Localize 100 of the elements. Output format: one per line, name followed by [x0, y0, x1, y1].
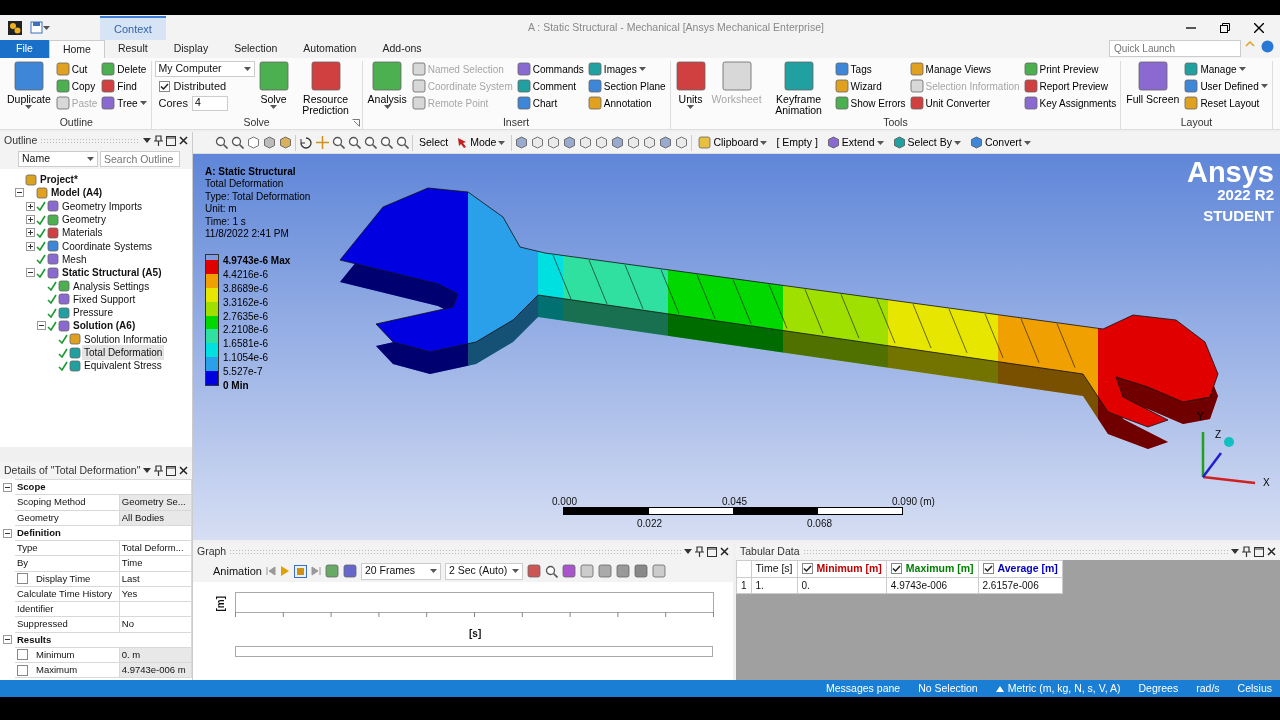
ribbon-button[interactable]: Manage	[1183, 61, 1269, 77]
rotate-icon[interactable]	[299, 136, 313, 149]
property-value[interactable]: Time	[119, 555, 192, 571]
magnifier-icon[interactable]	[396, 136, 409, 149]
collapse-icon[interactable]	[15, 188, 24, 198]
magnifier-icon[interactable]	[380, 136, 393, 149]
tree-item[interactable]: Static Structural (A5)	[60, 265, 164, 281]
status-text[interactable]: Metric (m, kg, N, s, V, A)	[1007, 680, 1121, 697]
ribbon-button[interactable]: Show Errors	[833, 95, 907, 111]
cube-icon[interactable]	[892, 136, 906, 149]
save-icon[interactable]	[30, 21, 43, 34]
cube-icon[interactable]	[563, 136, 577, 149]
status-text[interactable]: Messages pane	[826, 680, 901, 697]
close-icon[interactable]	[1254, 22, 1264, 33]
magnifier-icon[interactable]	[364, 136, 377, 149]
tree-item[interactable]: Equivalent Stress	[82, 358, 164, 374]
ribbon-button[interactable]: Commands	[515, 61, 585, 77]
ribbon-tab[interactable]: Result	[104, 40, 161, 58]
tree-item[interactable]: Geometry	[60, 212, 108, 228]
collapse-icon[interactable]	[26, 268, 35, 278]
ribbon-tab[interactable]: Automation	[290, 40, 370, 58]
toolbar-button[interactable]: Mode	[454, 134, 509, 151]
ribbon-large-button[interactable]: Resource Prediction	[292, 61, 359, 116]
pin-icon[interactable]	[695, 546, 704, 557]
ribbon-tab[interactable]: Home	[48, 40, 105, 58]
cube-icon[interactable]	[675, 136, 689, 149]
cube-icon[interactable]	[826, 136, 840, 149]
pin-icon[interactable]	[154, 135, 163, 146]
tree-item[interactable]: Mesh	[60, 251, 89, 267]
property-value[interactable]: Total Deform...	[119, 540, 192, 556]
ribbon-large-button[interactable]: Full Screen	[1124, 61, 1182, 105]
checkbox[interactable]	[890, 563, 902, 575]
cube-icon[interactable]	[643, 136, 657, 149]
cube-icon[interactable]	[969, 136, 983, 149]
ribbon-large-button[interactable]: Keyframe Animation	[765, 61, 832, 116]
stop-icon[interactable]	[293, 564, 307, 578]
close-icon[interactable]	[179, 136, 188, 145]
ribbon-large-button[interactable]: Solve	[256, 61, 291, 109]
checkbox[interactable]	[17, 664, 28, 676]
collapse-icon[interactable]	[3, 483, 12, 492]
ribbon-button[interactable]: Wizard	[833, 78, 907, 94]
cube-icon[interactable]	[263, 136, 276, 149]
graph-scrollbar[interactable]	[235, 646, 713, 657]
caret-icon[interactable]	[43, 25, 50, 30]
toolbar-button[interactable]: Select	[416, 134, 452, 151]
skip-back-icon[interactable]	[265, 566, 276, 576]
ribbon-button[interactable]: Section Plane	[586, 78, 667, 94]
ribbon-button[interactable]: Manage Views	[908, 61, 1021, 77]
duration-select[interactable]: 2 Sec (Auto)	[444, 562, 523, 580]
checkbox[interactable]	[17, 649, 28, 661]
ribbon-button[interactable]: Tags	[833, 61, 907, 77]
tree-item[interactable]: Coordinate Systems	[60, 238, 155, 254]
ribbon-button[interactable]: Print Preview	[1022, 61, 1118, 77]
collapse-icon[interactable]	[37, 321, 46, 331]
toolbar-button[interactable]: Extend	[823, 134, 887, 151]
help-icon[interactable]	[1261, 40, 1274, 53]
tree-item[interactable]: Solution Informatio	[82, 331, 170, 347]
number-field[interactable]: 4	[191, 95, 228, 111]
collapse-icon[interactable]	[3, 635, 12, 645]
expand-icon[interactable]	[26, 228, 35, 238]
ribbon-button[interactable]: Reset Layout	[1183, 95, 1269, 111]
menu-caret-icon[interactable]	[143, 138, 151, 143]
tree-item[interactable]: Solution (A6)	[71, 318, 138, 334]
ribbon-tab[interactable]: Add-ons	[369, 40, 435, 58]
magnifier-icon[interactable]	[348, 136, 361, 149]
close-icon[interactable]	[179, 466, 189, 475]
restore-icon[interactable]	[1220, 22, 1230, 33]
cube-icon[interactable]	[627, 136, 641, 149]
frames-select[interactable]: 20 Frames	[360, 562, 441, 580]
context-tab[interactable]: Context	[100, 15, 166, 40]
magnifier-icon[interactable]	[215, 136, 228, 149]
tree-item[interactable]: Materials	[60, 225, 105, 241]
toolbar-button[interactable]: Convert	[966, 134, 1034, 151]
tree-item[interactable]: Analysis Settings	[71, 278, 152, 294]
caret-icon[interactable]	[995, 685, 1004, 692]
collapse-icon[interactable]	[3, 528, 12, 538]
tree-item[interactable]: Total Deformation	[82, 345, 165, 360]
maximize-icon[interactable]	[166, 135, 176, 146]
tree-item[interactable]: Project*	[38, 172, 80, 188]
ribbon-tab[interactable]: Selection	[221, 40, 291, 58]
ribbon-tab[interactable]: File	[0, 40, 49, 58]
toolbar-button[interactable]: [ Empty ]	[773, 134, 821, 151]
checkbox[interactable]	[17, 573, 28, 585]
property-value[interactable]: No	[119, 616, 192, 632]
ribbon-large-button[interactable]: Analysis	[365, 61, 409, 109]
maximize-icon[interactable]	[166, 465, 177, 476]
cube-icon[interactable]	[279, 136, 292, 149]
toolbar-button[interactable]: Clipboard	[695, 134, 771, 151]
tree-item[interactable]: Pressure	[71, 305, 115, 321]
ribbon-button[interactable]: Key Assignments	[1022, 95, 1118, 111]
cube-icon[interactable]	[247, 136, 260, 149]
cube-icon[interactable]	[547, 136, 561, 149]
dropdown-field[interactable]: My Computer	[154, 61, 255, 77]
status-text[interactable]: rad/s	[1196, 680, 1220, 697]
menu-caret-icon[interactable]	[143, 468, 152, 473]
checkbox[interactable]	[158, 80, 170, 92]
ribbon-button[interactable]: Unit Converter	[908, 95, 1021, 111]
ribbon-button[interactable]: Cut	[54, 61, 99, 77]
magnifier-icon[interactable]	[332, 136, 345, 149]
cube-icon[interactable]	[611, 136, 625, 149]
